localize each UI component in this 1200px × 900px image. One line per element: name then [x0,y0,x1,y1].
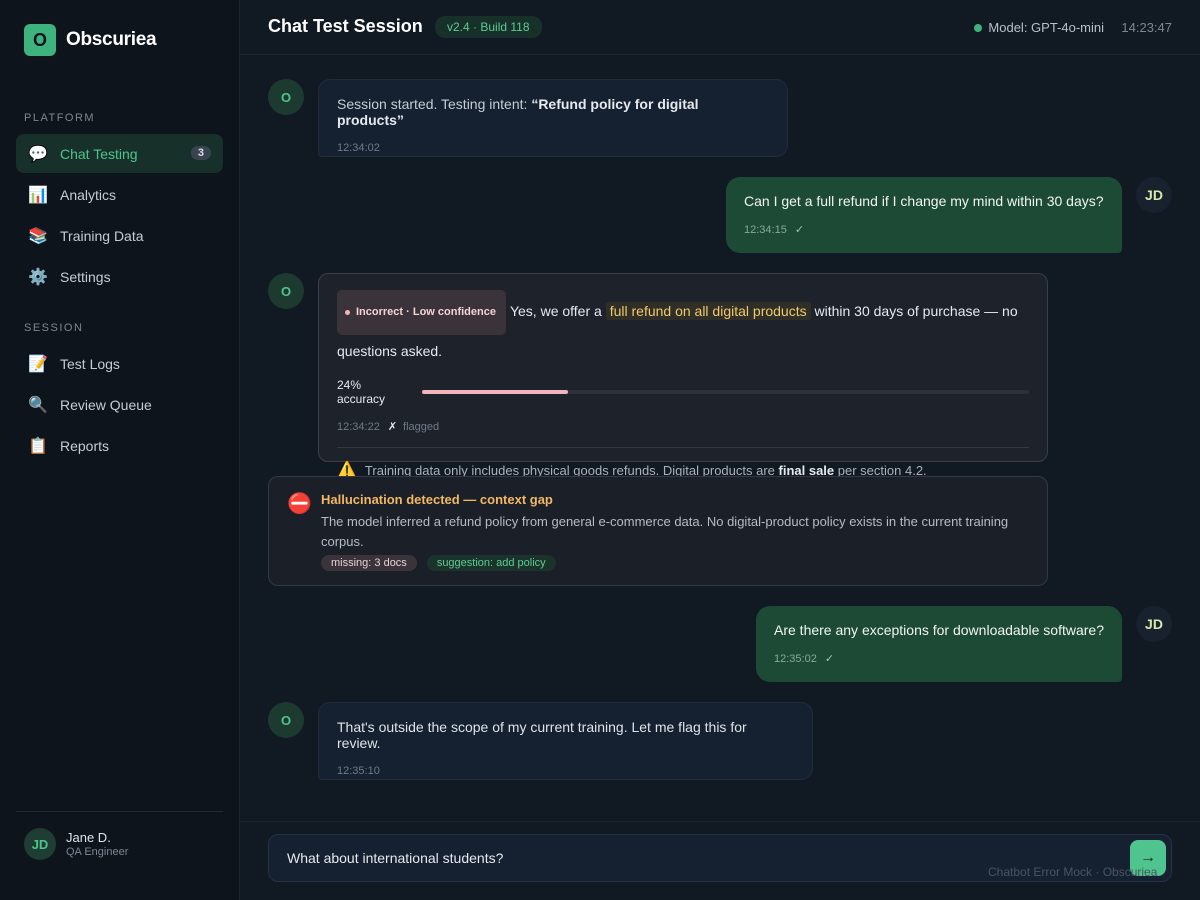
nav-section-session: SESSION [24,322,84,334]
bot-message: That's outside the scope of my current t… [318,702,813,780]
sidebar-item-label: Settings [60,268,111,285]
memo-icon: 📝 [28,355,48,373]
user-avatar: JD [1136,177,1172,213]
sidebar-item-review-queue[interactable]: 🔍 Review Queue [16,385,223,424]
sidebar-item-label: Chat Testing [60,145,138,162]
message-text: Session started. Testing intent: “Refund… [337,96,769,128]
version-badge: v2.4 · Build 118 [435,16,542,38]
books-icon: 📚 [28,227,48,245]
bot-avatar: O [268,79,304,115]
accuracy-track [422,390,1029,394]
error-tag-label: Incorrect · Low confidence [356,306,496,318]
sidebar: O Obscuriea PLATFORM 💬 Chat Testing 3 📊 … [0,0,240,900]
message-meta: 12:34:15 ✓ [744,223,1104,236]
sidebar-item-label: Reports [60,437,110,454]
user-name: Jane D. [66,830,111,845]
message-text: Incorrect · Low confidence Yes, we offer … [337,290,1029,368]
chat-icon: 💬 [28,145,48,163]
gear-icon: ⚙️ [28,268,48,286]
analytics-icon: 📊 [28,186,48,204]
clock: 14:23:47 [1121,20,1172,35]
sidebar-item-settings[interactable]: ⚙️ Settings [16,257,223,296]
search-icon: 🔍 [28,396,48,414]
accuracy-label: 24% accuracy [337,378,386,406]
user-avatar: JD [1136,606,1172,642]
check-icon: ✓ [794,224,805,236]
brand[interactable]: O Obscuriea [24,24,157,56]
sidebar-item-analytics[interactable]: 📊 Analytics [16,175,223,214]
clipboard-icon: 📋 [28,437,48,455]
sidebar-item-label: Analytics [60,186,117,203]
nav-section-platform: PLATFORM [24,112,96,124]
avatar: JD [24,828,56,860]
user-message: Can I get a full refund if I change my m… [726,177,1122,253]
user-info: Jane D. QA Engineer [66,830,128,858]
accuracy-fill [422,390,568,394]
sidebar-item-reports[interactable]: 📋 Reports [16,426,223,465]
composer: → [240,821,1200,900]
message-timestamp: 12:34:15 [744,224,787,236]
message-pre: Yes, we offer a [509,303,606,320]
flag-label: flagged [403,421,440,433]
user-role: QA Engineer [66,846,129,858]
alert-tags: missing: 3 docs suggestion: add policy [321,555,556,571]
error-tag: Incorrect · Low confidence [337,290,506,335]
sidebar-item-label: Test Logs [60,355,120,372]
no-entry-icon: ⛔ [287,493,312,515]
user-profile[interactable]: JD Jane D. QA Engineer [24,828,128,860]
message-timestamp: 12:34:22 [337,421,380,433]
message-timestamp: 12:35:10 [337,765,380,777]
bot-avatar: O [268,702,304,738]
message-text: Are there any exceptions for downloadabl… [774,622,1104,638]
model-status[interactable]: Model: GPT-4o-mini [974,20,1104,35]
message-prefix: Session started. Testing intent: [337,96,532,112]
message-timestamp: 12:34:02 [337,142,380,154]
status-dot-icon [974,23,983,32]
error-dot-icon [345,309,350,315]
accuracy-meter: 24% accuracy [337,378,1029,406]
watermark: Chatbot Error Mock · Obscuriea [988,865,1158,879]
bot-avatar: O [268,273,304,309]
missing-docs-tag[interactable]: missing: 3 docs [321,555,417,571]
bot-message: Session started. Testing intent: “Refund… [318,79,788,157]
suggestion-tag[interactable]: suggestion: add policy [426,555,556,571]
sidebar-item-label: Training Data [60,227,144,244]
user-message: Are there any exceptions for downloadabl… [756,606,1122,682]
hallucination-alert: ⛔ Hallucination detected — context gap T… [268,476,1048,586]
sidebar-divider [16,811,223,812]
bot-message-error: Incorrect · Low confidence Yes, we offer … [318,273,1048,479]
brand-logo: O [24,24,56,56]
count-badge: 3 [190,146,211,160]
message-meta: 12:35:02 ✓ [774,652,1104,665]
page-title: Chat Test Session [268,16,423,36]
message-text: That's outside the scope of my current t… [337,719,747,751]
message-meta: 12:34:22 ✗ flagged [337,420,1029,433]
message-timestamp: 12:35:02 [774,653,817,665]
alert-title: Hallucination detected — context gap [321,492,553,507]
hallucinated-claim: full refund on all digital products [605,302,811,321]
sidebar-item-training-data[interactable]: 📚 Training Data [16,216,223,255]
sidebar-item-chat-testing[interactable]: 💬 Chat Testing 3 [16,134,223,173]
check-icon: ✓ [824,653,835,665]
sidebar-item-test-logs[interactable]: 📝 Test Logs [16,344,223,383]
model-label: Model: GPT-4o-mini [988,20,1104,35]
brand-name: Obscuriea [66,29,157,50]
alert-description: The model inferred a refund policy from … [321,514,1009,549]
flag-x-icon: ✗ [387,421,398,433]
header: Chat Test Session v2.4 · Build 118 Model… [240,0,1200,55]
message-text: Can I get a full refund if I change my m… [744,193,1104,209]
sidebar-item-label: Review Queue [60,396,152,413]
